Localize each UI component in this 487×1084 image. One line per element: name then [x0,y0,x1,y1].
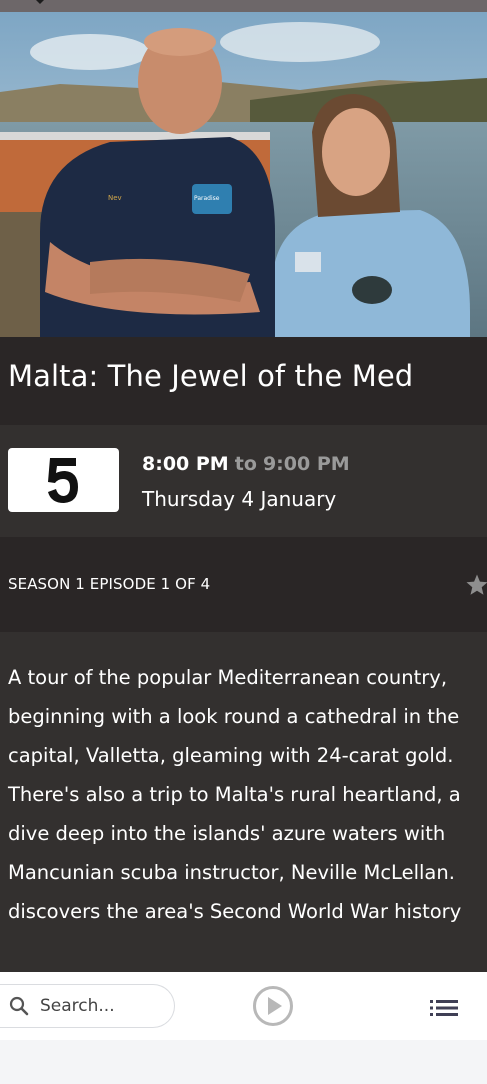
description-band: A tour of the popular Mediterranean coun… [0,632,487,972]
program-title: Malta: The Jewel of the Med [8,359,414,393]
star-icon[interactable] [465,573,487,597]
program-hero-image: Nev Paradise [0,12,487,337]
start-time: 8:00 PM [142,453,229,475]
search-icon[interactable] [8,995,30,1017]
play-circle-icon[interactable] [252,985,294,1027]
air-date: Thursday 4 January [142,487,337,511]
channel-5-icon [48,458,78,503]
footer-strip [0,1040,487,1084]
search-input[interactable] [40,994,165,1018]
search-box[interactable] [0,984,175,1028]
shirt-text: Nev [108,194,122,202]
program-description: A tour of the popular Mediterranean coun… [8,666,462,923]
episode-label: SEASON 1 EPISODE 1 OF 4 [8,575,211,593]
title-band: Malta: The Jewel of the Med [0,337,487,425]
end-time: 9:00 PM [262,453,350,475]
to-label: to [234,453,257,475]
schedule-band: 8:00 PM to 9:00 PM Thursday 4 January [0,425,487,537]
episode-band: SEASON 1 EPISODE 1 OF 4 [0,537,487,632]
time-range: 8:00 PM to 9:00 PM [142,453,350,475]
bottom-navigation [0,972,487,1040]
list-menu-icon[interactable] [430,998,458,1018]
badge-text: Paradise [194,195,220,202]
chevron-down-icon[interactable] [34,0,46,4]
top-status-strip [0,0,487,12]
channel-5-logo[interactable] [8,448,119,512]
